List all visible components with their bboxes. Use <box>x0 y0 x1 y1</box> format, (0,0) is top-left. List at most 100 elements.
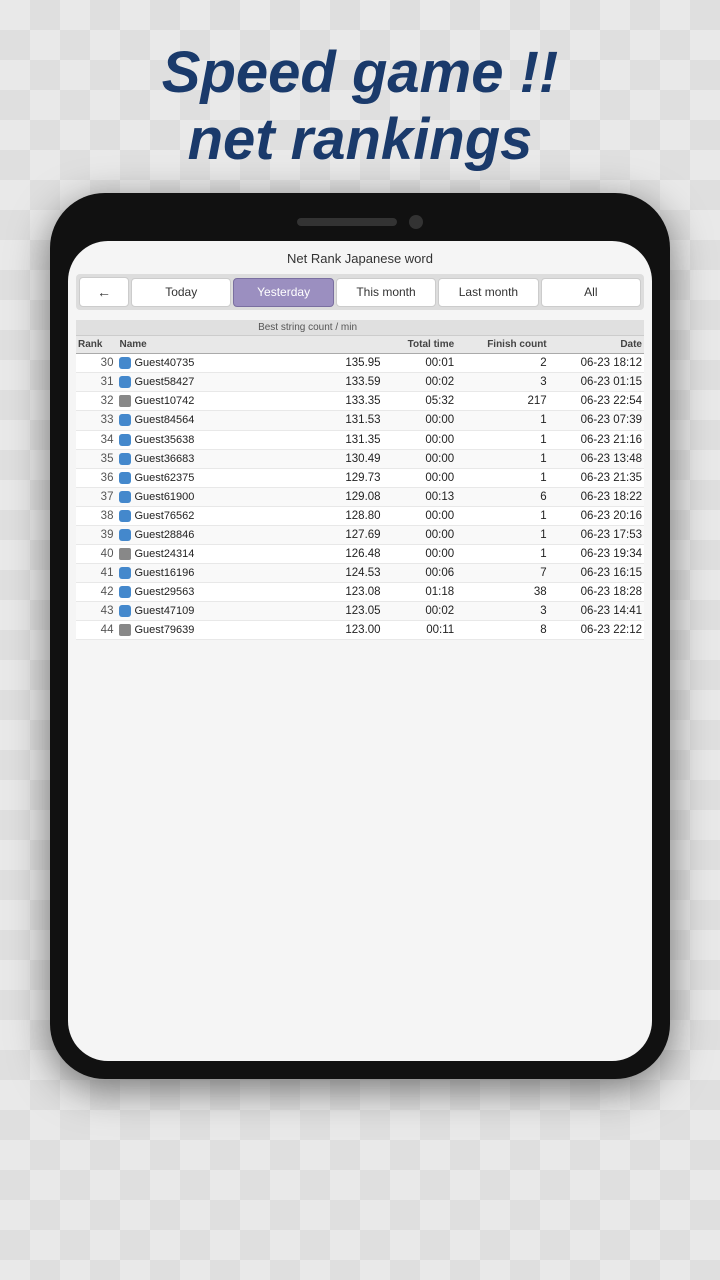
tab-today[interactable]: Today <box>131 278 231 306</box>
phone-screen: Net Rank Japanese word ← Today Yester­da… <box>68 241 652 1061</box>
table-row: 42Guest29563123.0801:183806-23 18:28 <box>76 582 644 601</box>
device-blue-icon <box>119 472 131 484</box>
date-cell: 06-23 20:16 <box>549 506 644 525</box>
name-cell: Guest36683 <box>117 449 232 468</box>
date-cell: 06-23 18:22 <box>549 487 644 506</box>
table-row: 30Guest40735135.9500:01206-23 18:12 <box>76 354 644 373</box>
name-cell: Guest47109 <box>117 601 232 620</box>
player-name: Guest61900 <box>134 491 194 503</box>
rank-cell: 41 <box>76 563 117 582</box>
count-cell: 217 <box>456 392 548 411</box>
time-cell: 00:00 <box>383 411 457 430</box>
name-cell: Guest76562 <box>117 506 232 525</box>
count-cell: 7 <box>456 563 548 582</box>
date-cell: 06-23 22:54 <box>549 392 644 411</box>
rank-cell: 43 <box>76 601 117 620</box>
score-cell: 124.53 <box>233 563 383 582</box>
device-blue-icon <box>119 357 131 369</box>
name-cell: Guest24314 <box>117 544 232 563</box>
score-cell: 131.35 <box>233 430 383 449</box>
score-cell: 129.73 <box>233 468 383 487</box>
name-cell: Guest28846 <box>117 525 232 544</box>
device-gray-icon <box>119 548 131 560</box>
col-date-header-label <box>549 320 644 336</box>
device-blue-icon <box>119 491 131 503</box>
time-cell: 00:00 <box>383 506 457 525</box>
date-cell: 06-23 21:16 <box>549 430 644 449</box>
player-name: Guest28846 <box>134 529 194 541</box>
rankings-body: 30Guest40735135.9500:01206-23 18:1231Gue… <box>76 354 644 639</box>
col-finish: Finish count <box>456 336 548 354</box>
table-row: 38Guest76562128.8000:00106-23 20:16 <box>76 506 644 525</box>
score-cell: 128.80 <box>233 506 383 525</box>
notch-pill <box>297 218 397 226</box>
date-cell: 06-23 13:48 <box>549 449 644 468</box>
col-name: Name <box>117 336 232 354</box>
name-cell: Guest10742 <box>117 392 232 411</box>
player-name: Guest35638 <box>134 434 194 446</box>
name-cell: Guest35638 <box>117 430 232 449</box>
date-cell: 06-23 19:34 <box>549 544 644 563</box>
table-row: 39Guest28846127.6900:00106-23 17:53 <box>76 525 644 544</box>
col-time-header-label <box>383 320 457 336</box>
device-blue-icon <box>119 376 131 388</box>
table-row: 35Guest36683130.4900:00106-23 13:48 <box>76 449 644 468</box>
col-time: Total time <box>383 336 457 354</box>
count-cell: 1 <box>456 506 548 525</box>
name-cell: Guest16196 <box>117 563 232 582</box>
player-name: Guest40735 <box>134 357 194 369</box>
player-name: Guest16196 <box>134 567 194 579</box>
tab-this-month[interactable]: This month <box>336 278 436 306</box>
device-blue-icon <box>119 529 131 541</box>
time-cell: 00:00 <box>383 468 457 487</box>
score-cell: 123.08 <box>233 582 383 601</box>
time-cell: 00:00 <box>383 449 457 468</box>
date-cell: 06-23 01:15 <box>549 373 644 392</box>
time-cell: 00:13 <box>383 487 457 506</box>
name-cell: Guest40735 <box>117 354 232 373</box>
table-row: 41 Guest16196 124.5300:06706-23 16:15 <box>76 563 644 582</box>
count-cell: 3 <box>456 373 548 392</box>
time-cell: 01:18 <box>383 582 457 601</box>
name-cell: Guest62375 <box>117 468 232 487</box>
device-blue-icon <box>119 510 131 522</box>
table-row: 33Guest84564131.5300:00106-23 07:39 <box>76 411 644 430</box>
score-cell: 131.53 <box>233 411 383 430</box>
player-name: Guest47109 <box>134 605 194 617</box>
time-cell: 00:00 <box>383 544 457 563</box>
score-cell: 126.48 <box>233 544 383 563</box>
phone-notch <box>68 211 652 233</box>
rank-cell: 34 <box>76 430 117 449</box>
tab-last-month[interactable]: Last month <box>438 278 538 306</box>
time-cell: 00:02 <box>383 373 457 392</box>
date-cell: 06-23 22:12 <box>549 620 644 639</box>
time-cell: 00:00 <box>383 525 457 544</box>
score-cell: 133.59 <box>233 373 383 392</box>
score-cell: 133.35 <box>233 392 383 411</box>
player-name: Guest76562 <box>134 510 194 522</box>
date-cell: 06-23 16:15 <box>549 563 644 582</box>
col-score <box>233 336 383 354</box>
device-gray-icon <box>119 395 131 407</box>
score-cell: 123.00 <box>233 620 383 639</box>
table-header-top: Best string count / min <box>76 320 644 336</box>
time-cell: 00:01 <box>383 354 457 373</box>
device-blue-icon <box>119 567 131 579</box>
time-cell: 00:02 <box>383 601 457 620</box>
col-date: Date <box>549 336 644 354</box>
app-content: Net Rank Japanese word ← Today Yester­da… <box>68 241 652 1061</box>
date-cell: 06-23 07:39 <box>549 411 644 430</box>
time-cell: 00:06 <box>383 563 457 582</box>
count-cell: 38 <box>456 582 548 601</box>
count-cell: 1 <box>456 430 548 449</box>
score-cell: 123.05 <box>233 601 383 620</box>
device-blue-icon <box>119 414 131 426</box>
col-rank: Rank <box>76 336 117 354</box>
rank-cell: 40 <box>76 544 117 563</box>
rank-cell: 30 <box>76 354 117 373</box>
back-button[interactable]: ← <box>79 277 129 307</box>
date-cell: 06-23 18:28 <box>549 582 644 601</box>
time-cell: 05:32 <box>383 392 457 411</box>
tab-all[interactable]: All <box>541 278 641 306</box>
tab-yesterday[interactable]: Yester­day <box>233 278 333 306</box>
